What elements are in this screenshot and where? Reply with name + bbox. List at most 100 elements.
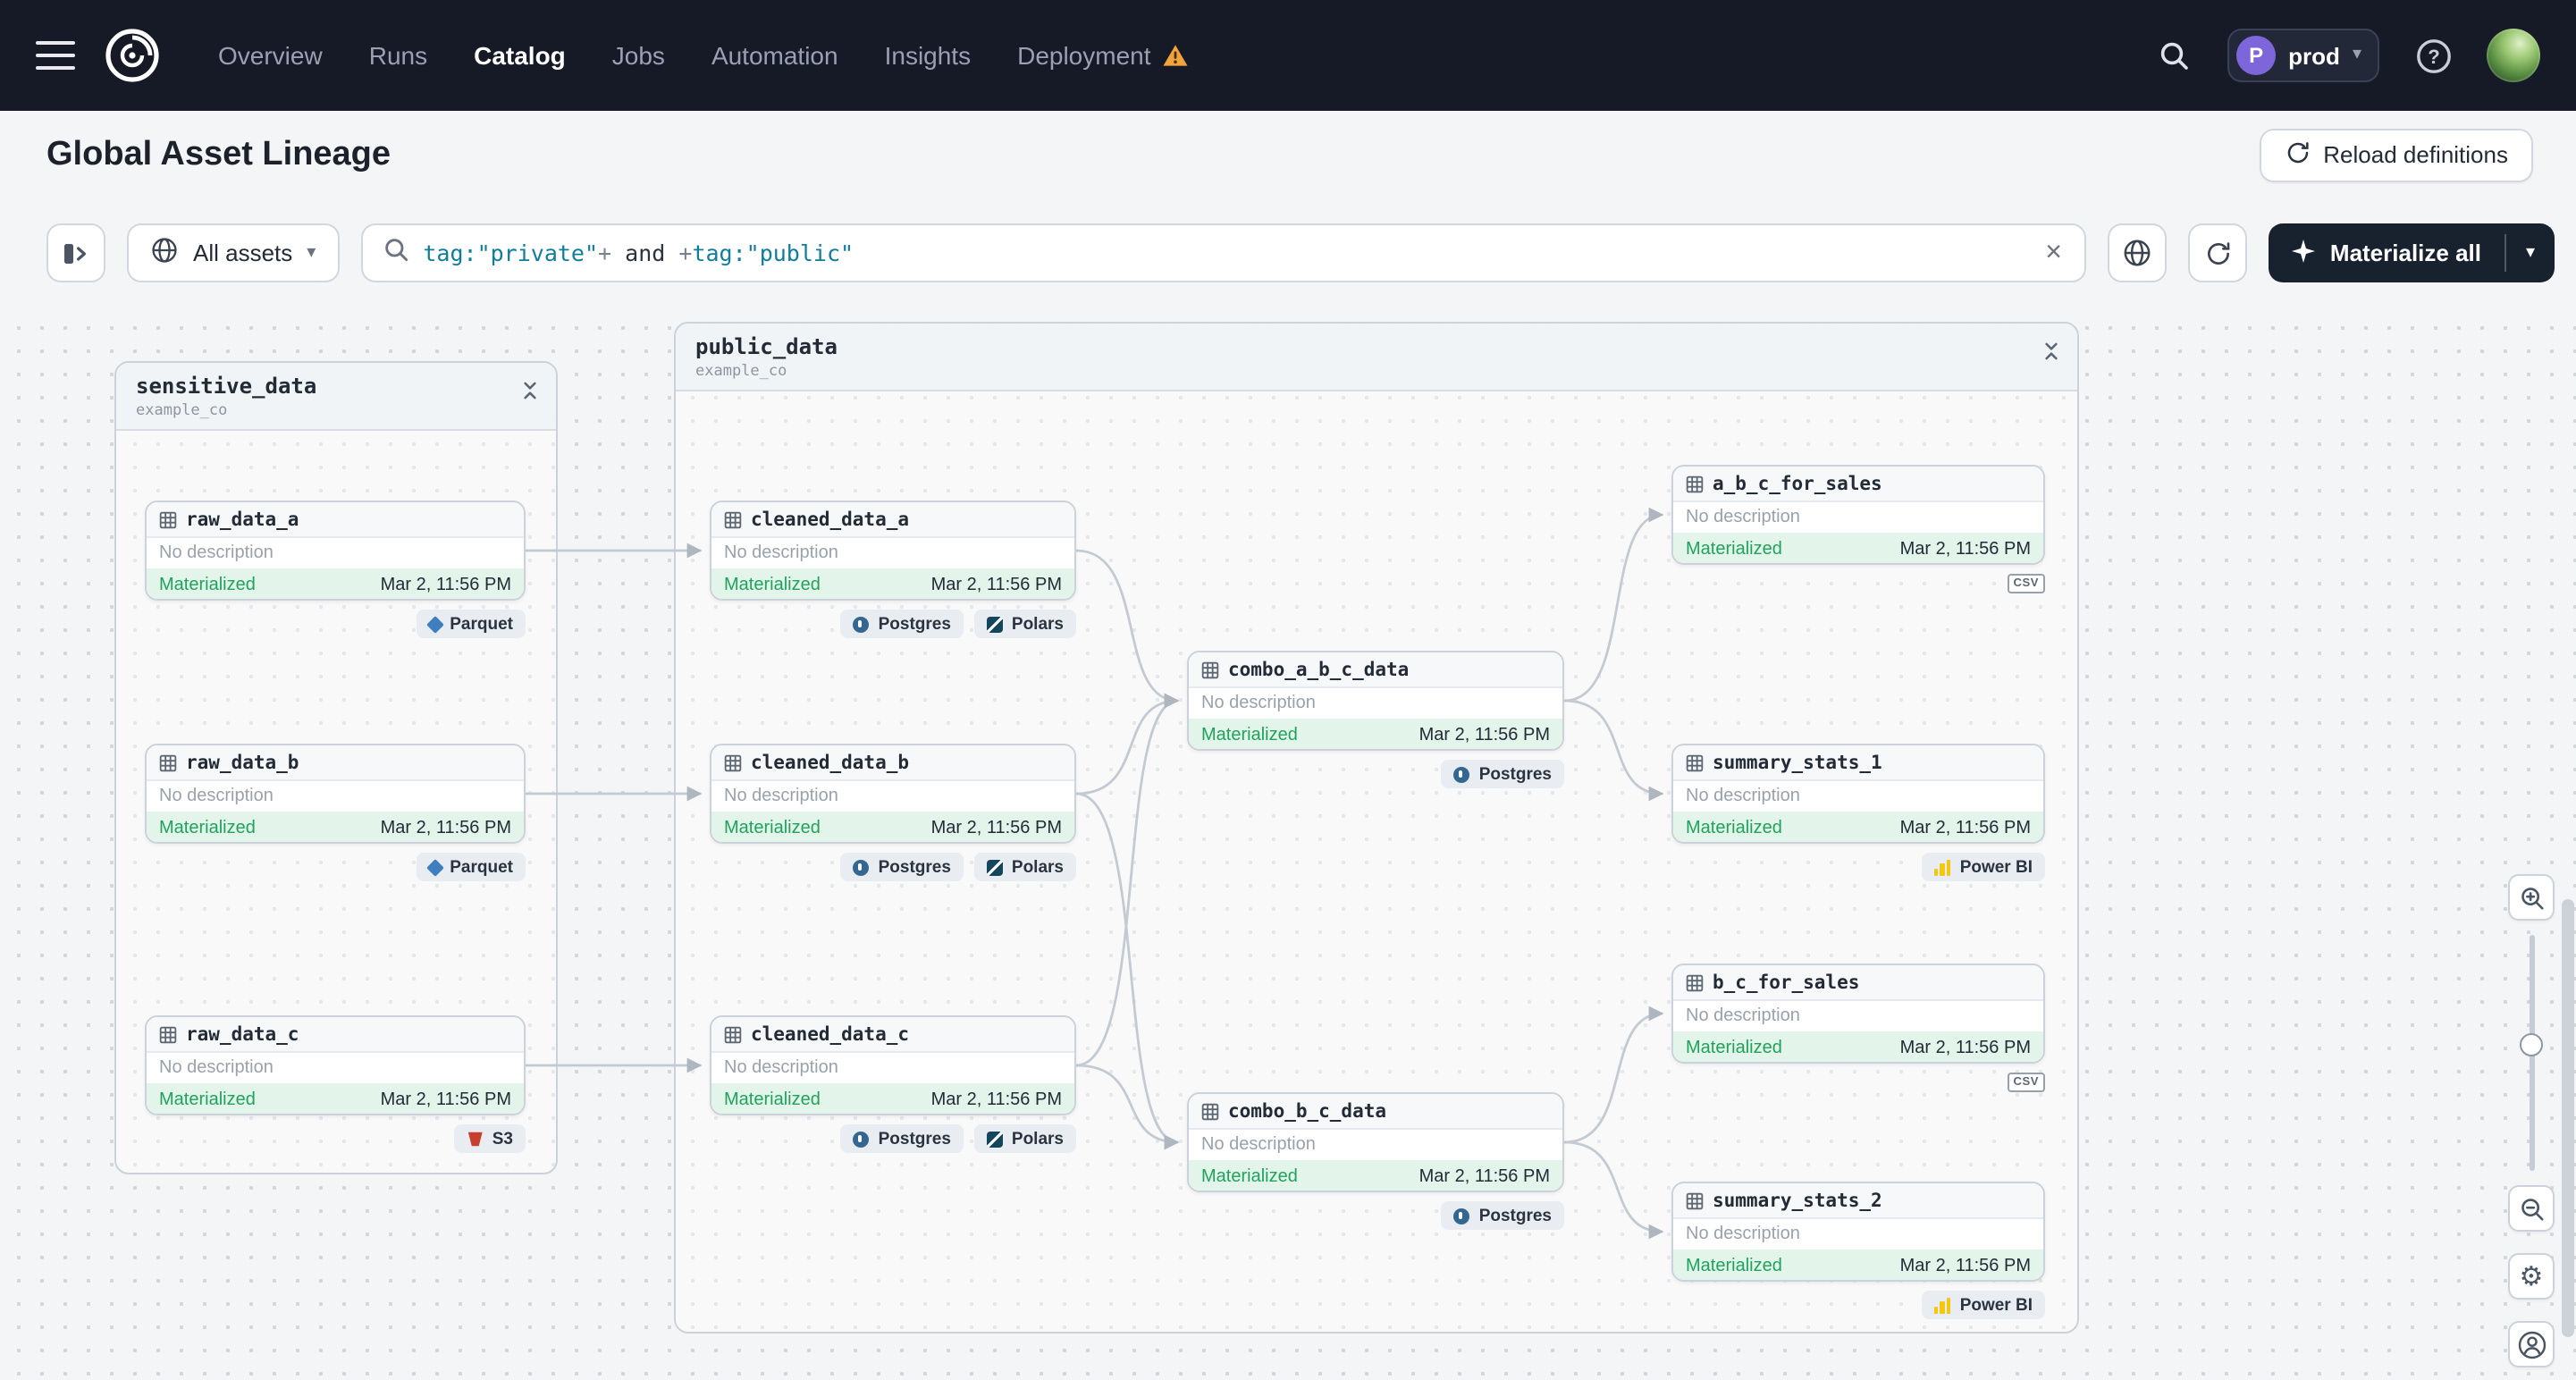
page-title: Global Asset Lineage <box>46 135 391 172</box>
group-header[interactable]: sensitive_data example_co <box>116 363 556 431</box>
open-left-panel-button[interactable] <box>46 223 105 282</box>
kind-tag-label: Parquet <box>450 614 513 634</box>
kind-tag-polars[interactable]: Polars <box>973 853 1076 881</box>
dagster-logo-icon[interactable] <box>100 23 164 88</box>
asset-kind-tags: CSV <box>1671 1073 2045 1092</box>
nav-item-label: Jobs <box>611 41 665 70</box>
settings-button[interactable]: ⚙ <box>2508 1253 2555 1300</box>
kind-tag-label: Postgres <box>1478 1206 1552 1225</box>
kind-tag-parquet[interactable]: Parquet <box>416 610 526 638</box>
zoom-slider-thumb[interactable] <box>2520 1033 2543 1057</box>
asset-node-cleaned_data_c[interactable]: cleaned_data_c No description Materialized… <box>710 1015 1076 1115</box>
kind-tag-polars[interactable]: Polars <box>973 1124 1076 1153</box>
asset-status-row: Materialized Mar 2, 11:56 PM <box>1673 1250 2043 1280</box>
asset-node-cleaned_data_b[interactable]: cleaned_data_b No description Materialized… <box>710 744 1076 844</box>
chevron-down-icon: ▾ <box>2352 45 2361 64</box>
user-avatar[interactable] <box>2487 29 2540 82</box>
nav-item-deployment[interactable]: Deployment <box>1017 41 1188 70</box>
asset-status-row: Materialized Mar 2, 11:56 PM <box>1673 533 2043 563</box>
kind-tag-label: Postgres <box>878 1129 951 1149</box>
postgres-icon <box>853 616 870 632</box>
nav-item-runs[interactable]: Runs <box>369 41 427 70</box>
postgres-icon <box>853 859 870 875</box>
kind-tag-parquet[interactable]: Parquet <box>416 853 526 881</box>
collapse-group-icon[interactable] <box>518 375 542 409</box>
materialized-timestamp: Mar 2, 11:56 PM <box>930 818 1062 837</box>
kind-tag-label: Power BI <box>1959 857 2033 877</box>
table-icon <box>1686 1191 1704 1209</box>
kind-tag-postgres[interactable]: Postgres <box>1441 1201 1564 1230</box>
zoom-out-button[interactable] <box>2508 1185 2555 1232</box>
materialized-badge: Materialized <box>159 818 256 837</box>
lineage-canvas[interactable]: ⚙ sensitive_data example_co public_data exa… <box>0 309 2576 1380</box>
postgres-icon <box>1453 766 1470 782</box>
kind-tag-postgres[interactable]: Postgres <box>1441 760 1564 788</box>
asset-node-raw_data_a[interactable]: raw_data_a No description Materialized Mar … <box>145 501 526 601</box>
kind-tag-postgres[interactable]: Postgres <box>840 610 964 638</box>
postgres-icon <box>853 1131 870 1147</box>
asset-status-row: Materialized Mar 2, 11:56 PM <box>1189 1160 1562 1191</box>
gear-icon: ⚙ <box>2519 1259 2544 1292</box>
asset-node-summary_stats_1[interactable]: summary_stats_1 No description Materialize… <box>1671 744 2045 844</box>
asset-node-header: raw_data_b <box>147 745 524 781</box>
kind-tag-polars[interactable]: Polars <box>973 610 1076 638</box>
asset-node-a_b_c_for_sales[interactable]: a_b_c_for_sales No description Materialize… <box>1671 465 2045 565</box>
asset-node-summary_stats_2[interactable]: summary_stats_2 No description Materialize… <box>1671 1182 2045 1282</box>
kind-tag-s3[interactable]: S3 <box>454 1124 526 1153</box>
materialize-all-button[interactable]: Materialize all <box>2269 223 2504 282</box>
asset-node-raw_data_c[interactable]: raw_data_c No description Materialized Mar … <box>145 1015 526 1115</box>
asset-scope-dropdown[interactable]: All assets ▾ <box>127 223 340 282</box>
asset-node-header: raw_data_a <box>147 502 524 538</box>
asset-status-row: Materialized Mar 2, 11:56 PM <box>711 1083 1074 1114</box>
collapse-group-icon[interactable] <box>2040 336 2063 370</box>
table-icon <box>724 1025 742 1043</box>
group-subtitle: example_co <box>695 363 787 381</box>
graph-view-globe-button[interactable] <box>2108 223 2168 282</box>
nav-item-insights[interactable]: Insights <box>885 41 972 70</box>
kind-tag-postgres[interactable]: Postgres <box>840 1124 964 1153</box>
reload-icon <box>2284 139 2311 171</box>
nav-item-label: Deployment <box>1017 41 1151 70</box>
asset-node-header: cleaned_data_b <box>711 745 1074 781</box>
kind-tag-powerbi[interactable]: Power BI <box>1921 853 2045 881</box>
hamburger-menu-icon[interactable] <box>36 41 75 70</box>
polars-icon <box>986 1131 1003 1147</box>
asset-node-raw_data_b[interactable]: raw_data_b No description Materialized Mar … <box>145 744 526 844</box>
asset-name: a_b_c_for_sales <box>1713 473 1882 494</box>
group-header[interactable]: public_data example_co <box>676 324 2077 391</box>
materialize-options-button[interactable]: ▾ <box>2506 223 2555 282</box>
canvas-scrollbar[interactable] <box>2562 309 2574 1380</box>
asset-node-b_c_for_sales[interactable]: b_c_for_sales No description Materialized M… <box>1671 963 2045 1064</box>
kind-tag-powerbi[interactable]: Power BI <box>1921 1291 2045 1319</box>
account-button[interactable] <box>2508 1321 2555 1367</box>
polars-icon <box>986 616 1003 632</box>
materialized-timestamp: Mar 2, 11:56 PM <box>1899 539 2031 559</box>
nav-item-overview[interactable]: Overview <box>218 41 323 70</box>
clear-search-icon[interactable]: × <box>2041 238 2066 267</box>
zoom-slider[interactable] <box>2508 935 2555 1171</box>
zoom-in-button[interactable] <box>2508 874 2555 921</box>
help-icon[interactable]: ? <box>2408 30 2458 80</box>
materialized-timestamp: Mar 2, 11:56 PM <box>380 1090 511 1109</box>
asset-kind-tags: Parquet <box>145 853 526 881</box>
asset-description: No description <box>724 787 838 806</box>
nav-item-catalog[interactable]: Catalog <box>474 41 566 70</box>
globe-icon <box>150 236 179 270</box>
nav-item-automation[interactable]: Automation <box>711 41 838 70</box>
asset-node-combo_a_b_c_data[interactable]: combo_a_b_c_data No description Materializ… <box>1187 651 1564 751</box>
nav-item-jobs[interactable]: Jobs <box>612 41 665 70</box>
asset-node-cleaned_data_a[interactable]: cleaned_data_a No description Materialized… <box>710 501 1076 601</box>
kind-tag-csv[interactable]: CSV <box>2007 1073 2045 1092</box>
search-icon[interactable] <box>2149 30 2199 80</box>
asset-description: No description <box>1686 508 1800 527</box>
refresh-button[interactable] <box>2188 223 2248 282</box>
asset-node-combo_b_c_data[interactable]: combo_b_c_data No description Materialized… <box>1187 1092 1564 1192</box>
kind-tag-csv[interactable]: CSV <box>2007 574 2045 593</box>
asset-selection-input[interactable]: tag:"private"+ and +tag:"public" × <box>360 223 2087 282</box>
scrollbar-thumb[interactable] <box>2562 899 2574 1337</box>
asset-status-row: Materialized Mar 2, 11:56 PM <box>711 812 1074 842</box>
kind-tag-postgres[interactable]: Postgres <box>840 853 964 881</box>
reload-definitions-button[interactable]: Reload definitions <box>2259 128 2533 181</box>
environment-switcher[interactable]: P prod ▾ <box>2227 29 2379 82</box>
table-icon <box>1686 753 1704 771</box>
